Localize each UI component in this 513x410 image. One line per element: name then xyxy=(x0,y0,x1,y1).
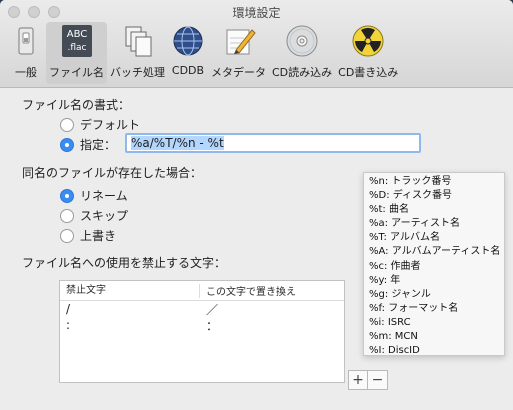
forbidden-chars-heading: ファイル名への使用を禁止する文字： xyxy=(22,256,227,270)
format-input[interactable]: %a/%T/%n - %t xyxy=(125,133,421,153)
radio-button[interactable] xyxy=(60,137,74,152)
cd-disc-icon xyxy=(285,24,319,58)
preferences-toolbar: 一般 ABC .flac ファイル名 バッチ処理 CDDB メタデータ CD読み… xyxy=(6,22,401,84)
icon-text: .flac xyxy=(67,43,86,53)
token-item[interactable]: %i: ISRC xyxy=(369,316,499,330)
tab-label: 一般 xyxy=(15,66,37,79)
tab-label: メタデータ xyxy=(211,66,266,79)
remove-row-button[interactable]: − xyxy=(368,370,388,390)
token-item[interactable]: %t: 曲名 xyxy=(369,203,499,217)
column-header[interactable]: 禁止文字 xyxy=(60,283,200,298)
token-item[interactable]: %y: 年 xyxy=(369,274,499,288)
duplicate-heading: 同名のファイルが存在した場合： xyxy=(22,166,203,180)
tab-general[interactable]: 一般 xyxy=(6,22,46,84)
radio-label: スキップ xyxy=(80,209,129,223)
tab-label: CDDB xyxy=(171,64,205,77)
format-tokens-popover: %n: トラック番号 %D: ディスク番号 %t: 曲名 %a: アーティスト名… xyxy=(363,172,505,356)
forbidden-chars-table[interactable]: 禁止文字 この文字で置き換え / ／ : ： xyxy=(59,280,345,383)
table-cell: ／ xyxy=(206,302,219,317)
tab-cd-rip[interactable]: CD読み込み xyxy=(269,22,335,84)
radio-label: デフォルト xyxy=(80,118,141,132)
radiation-disc-icon xyxy=(351,24,385,58)
token-item[interactable]: %A: アルバムアーティスト名 xyxy=(369,245,500,259)
table-cell: ： xyxy=(206,318,219,333)
token-item[interactable]: %g: ジャンル xyxy=(369,288,499,302)
tab-label: ファイル名 xyxy=(49,66,104,79)
radio-button[interactable] xyxy=(60,117,74,132)
tab-batch[interactable]: バッチ処理 xyxy=(107,22,168,84)
token-item[interactable]: %f: フォーマット名 xyxy=(369,302,499,316)
token-item[interactable]: %T: アルバム名 xyxy=(369,231,499,245)
filename-format-heading: ファイル名の書式： xyxy=(22,98,131,112)
globe-icon xyxy=(171,24,205,58)
title-bar: 環境設定 一般 ABC .flac ファイル名 バッチ処理 CDDB メタデータ… xyxy=(0,0,513,88)
preferences-window: 環境設定 一般 ABC .flac ファイル名 バッチ処理 CDDB メタデータ… xyxy=(0,0,513,410)
tab-label: CD読み込み xyxy=(272,66,333,79)
radio-rename[interactable]: リネーム xyxy=(60,187,128,204)
table-cell: / xyxy=(66,302,71,316)
window-title: 環境設定 xyxy=(232,6,281,20)
token-item[interactable]: %D: ディスク番号 xyxy=(369,189,499,203)
tab-metadata[interactable]: メタデータ xyxy=(208,22,269,84)
radio-label: 指定： xyxy=(80,138,117,152)
format-input-value: %a/%T/%n - %t xyxy=(131,136,224,150)
radio-button[interactable] xyxy=(60,188,74,203)
icon-text: ABC xyxy=(66,29,87,40)
table-header: 禁止文字 この文字で置き換え xyxy=(60,281,344,301)
tab-cddb[interactable]: CDDB xyxy=(168,22,208,84)
radio-button[interactable] xyxy=(60,228,74,243)
column-header[interactable]: この文字で置き換え xyxy=(200,283,296,298)
token-item[interactable]: %I: DiscID xyxy=(369,344,499,358)
table-cell: : xyxy=(66,318,71,332)
token-item[interactable]: %c: 作曲者 xyxy=(369,260,499,274)
token-item[interactable]: %a: アーティスト名 xyxy=(369,217,499,231)
token-item[interactable]: %n: トラック番号 xyxy=(369,175,499,189)
documents-stack-icon xyxy=(121,24,155,58)
radio-label: 上書き xyxy=(80,229,117,243)
table-edit-buttons: + − xyxy=(348,370,388,390)
radio-button[interactable] xyxy=(60,208,74,223)
table-row[interactable]: / ／ xyxy=(60,301,344,317)
table-row[interactable]: : ： xyxy=(60,317,344,333)
token-item[interactable]: %m: MCN xyxy=(369,330,499,344)
radio-default[interactable]: デフォルト xyxy=(60,116,140,133)
radio-overwrite[interactable]: 上書き xyxy=(60,227,116,244)
tab-label: バッチ処理 xyxy=(110,66,165,79)
abc-flac-icon: ABC .flac xyxy=(60,24,94,58)
pencil-note-icon xyxy=(222,24,256,58)
radio-skip[interactable]: スキップ xyxy=(60,207,128,224)
radio-label: リネーム xyxy=(80,189,128,203)
radio-custom[interactable]: 指定： xyxy=(60,136,116,153)
tab-label: CD書き込み xyxy=(338,66,399,79)
add-row-button[interactable]: + xyxy=(348,370,368,390)
phone-switch-icon xyxy=(9,24,43,58)
tab-filename[interactable]: ABC .flac ファイル名 xyxy=(46,22,107,84)
tab-cd-burn[interactable]: CD書き込み xyxy=(335,22,401,84)
